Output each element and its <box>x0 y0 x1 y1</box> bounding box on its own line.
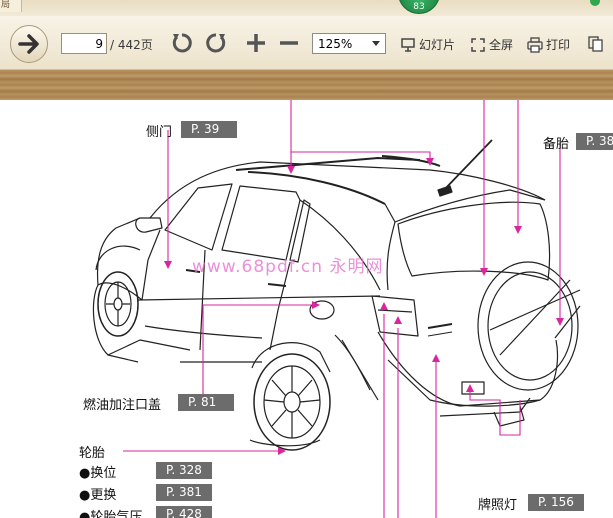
fullscreen-button[interactable]: 全屏 <box>470 36 513 53</box>
print-button[interactable]: 打印 <box>527 36 570 53</box>
printer-icon <box>527 36 543 53</box>
tire-change-page-ref[interactable]: P. 381 <box>156 484 212 501</box>
plus-icon <box>247 34 265 52</box>
corner-tab[interactable]: 局 <box>0 0 22 12</box>
spare-tire-page-ref[interactable]: P. 38 <box>576 133 613 150</box>
back-button[interactable] <box>10 25 48 63</box>
fullscreen-icon <box>471 37 485 52</box>
slideshow-button[interactable]: 幻灯片 <box>400 36 455 53</box>
pages-icon <box>588 36 603 52</box>
more-button[interactable] <box>588 36 604 52</box>
tires-label: 轮胎 <box>79 446 106 461</box>
side-door-page-ref[interactable]: P. 39 <box>181 121 237 138</box>
wood-divider <box>0 70 613 100</box>
license-light-page-ref[interactable]: P. 156 <box>528 494 584 511</box>
page-total-label: / 442页 <box>110 38 153 52</box>
zoom-out-button[interactable] <box>277 31 301 55</box>
reader-toolbar: / 442页 125% 幻灯片 全屏 <box>0 16 613 70</box>
rotate-right-button[interactable] <box>204 31 228 55</box>
rotate-right-icon <box>206 33 226 53</box>
tire-pressure-page-ref[interactable]: P. 428 <box>156 506 212 518</box>
fuel-cap-page-ref[interactable]: P. 81 <box>178 394 234 411</box>
minus-icon <box>280 41 298 45</box>
rotate-left-button[interactable] <box>170 31 194 55</box>
chevron-down-icon <box>372 41 380 46</box>
notification-badge[interactable]: 83 <box>398 0 440 14</box>
tire-rotation-page-ref[interactable]: P. 328 <box>156 462 212 479</box>
status-dot-icon <box>590 0 600 6</box>
page-number-input[interactable] <box>61 33 107 54</box>
tire-pressure-label: ●轮胎气压 <box>79 510 143 518</box>
fuel-cap-label: 燃油加注口盖 <box>83 398 162 413</box>
fullscreen-label: 全屏 <box>489 38 514 52</box>
tire-rotation-label: ●换位 <box>79 466 117 481</box>
slideshow-icon <box>401 37 415 52</box>
rotate-left-icon <box>172 33 192 53</box>
watermark-text: www.68pdf.cn 永明网 <box>192 257 384 277</box>
top-strip: 局 83 <box>0 0 613 16</box>
zoom-select[interactable]: 125% <box>312 33 386 54</box>
spare-tire-label: 备胎 <box>543 137 570 152</box>
tire-change-label: ●更换 <box>79 488 117 503</box>
side-door-label: 侧门 <box>146 125 173 140</box>
slideshow-label: 幻灯片 <box>419 38 456 52</box>
document-page: www.68pdf.cn 永明网 侧门 P. 39 备胎 P. 38 燃油加注口… <box>0 100 613 518</box>
print-label: 打印 <box>546 38 571 52</box>
license-light-label: 牌照灯 <box>478 498 518 513</box>
arrow-right-icon <box>18 34 39 54</box>
zoom-in-button[interactable] <box>244 31 268 55</box>
zoom-value: 125% <box>318 36 353 51</box>
